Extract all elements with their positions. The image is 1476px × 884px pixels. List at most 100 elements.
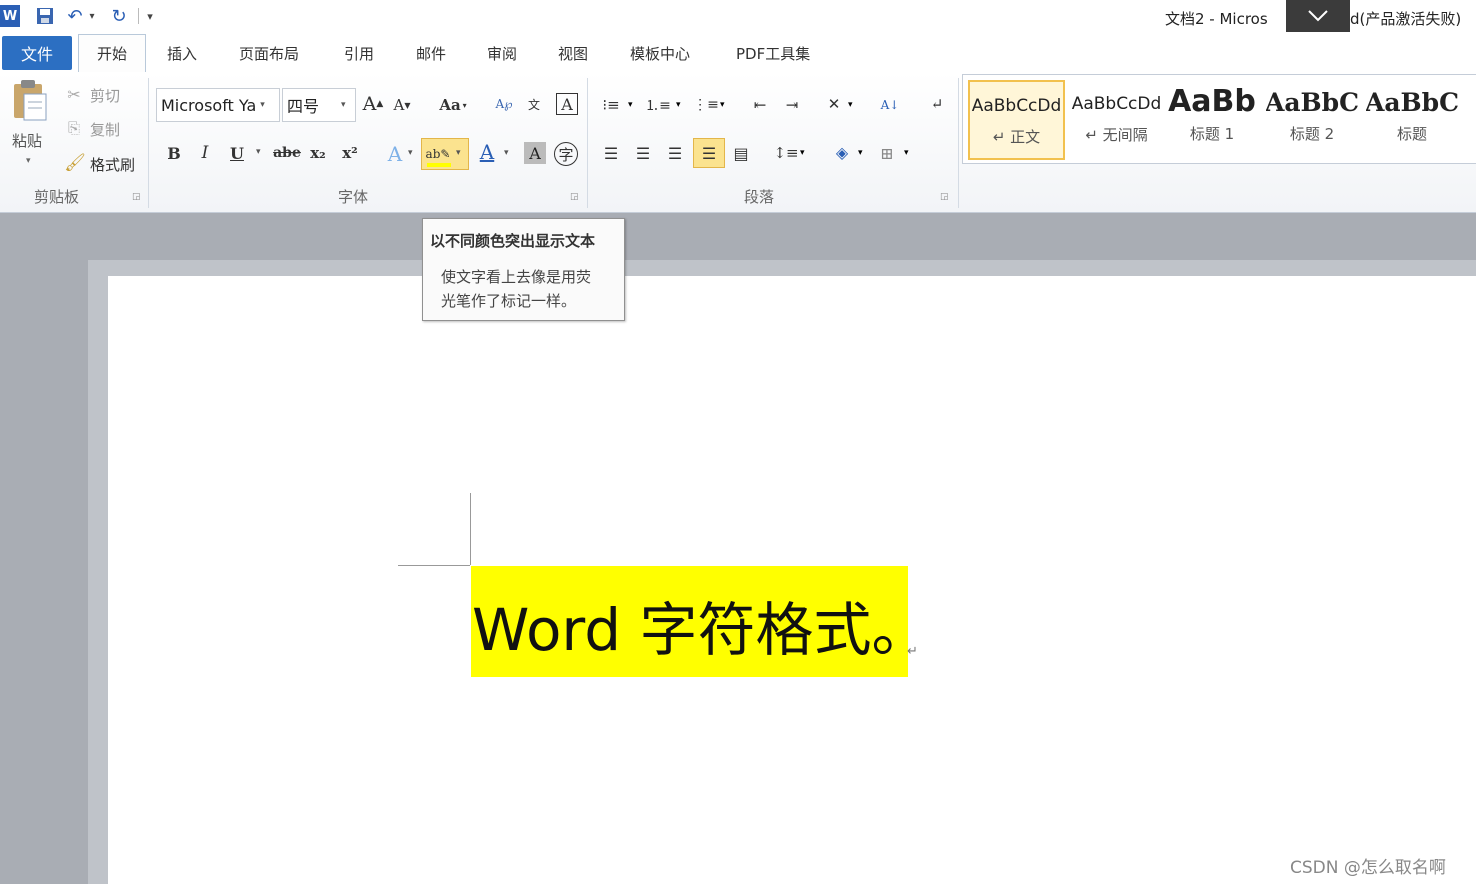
shading-icon[interactable]: ◈ (830, 140, 854, 164)
font-color-dropdown-icon[interactable]: ▾ (504, 148, 509, 158)
undo-dropdown-icon[interactable]: ▾ (86, 5, 98, 27)
sort-icon[interactable]: A↓ (878, 92, 902, 118)
tab-home[interactable]: 开始 (78, 34, 146, 72)
tab-file[interactable]: 文件 (2, 36, 72, 70)
clear-format-icon[interactable]: A℘ (492, 92, 516, 116)
window-title-suffix: d(产品激活失败) (1350, 10, 1462, 28)
text-effects-icon[interactable]: A (384, 142, 406, 166)
style-normal[interactable]: AaBbCcDd ↵ 正文 (968, 80, 1065, 160)
chevron-down-icon[interactable]: ▾ (341, 100, 346, 110)
margin-mark (470, 493, 471, 565)
tab-templates[interactable]: 模板中心 (630, 43, 690, 64)
shrink-font-icon[interactable]: A ▼ (392, 94, 412, 116)
document-text[interactable]: Word 字符格式。 (472, 590, 930, 670)
bullets-icon[interactable]: ⁝≡ (600, 94, 622, 116)
borders-dropdown-icon[interactable]: ▾ (904, 148, 909, 158)
clipboard-group-label: 剪贴板 (34, 188, 80, 206)
highlight-dropdown-icon[interactable]: ▾ (456, 148, 461, 158)
bold-button[interactable]: B (163, 142, 185, 164)
align-center-icon[interactable]: ☰ (632, 142, 654, 164)
style-preview: AaBbCcDd (971, 96, 1062, 116)
tab-page-layout[interactable]: 页面布局 (239, 43, 299, 64)
line-spacing-dropdown-icon[interactable]: ▾ (800, 148, 805, 158)
underline-button[interactable]: U (226, 142, 248, 164)
multilevel-list-icon[interactable]: ⋮≡ (693, 94, 719, 116)
font-launcher-icon[interactable]: ◲ (570, 192, 579, 202)
character-shading-icon[interactable]: A (524, 142, 546, 164)
justify-icon[interactable]: ☰ (693, 138, 725, 168)
chevron-down-icon[interactable]: ▾ (260, 100, 265, 110)
group-divider (148, 78, 149, 208)
underline-dropdown-icon[interactable]: ▾ (256, 147, 261, 157)
style-preview: AaBbC (1366, 88, 1458, 117)
customize-icon[interactable]: ▾ (142, 5, 158, 27)
bullets-dropdown-icon[interactable]: ▾ (628, 100, 633, 110)
tab-review[interactable]: 审阅 (487, 43, 517, 64)
text-effects-dropdown-icon[interactable]: ▾ (408, 148, 413, 158)
redo-icon[interactable]: ↻ (108, 5, 130, 27)
group-divider (587, 78, 588, 208)
align-left-icon[interactable]: ☰ (600, 142, 622, 164)
font-color-icon[interactable]: A (476, 140, 498, 164)
tab-pdf-tools[interactable]: PDF工具集 (736, 43, 810, 64)
paragraph-launcher-icon[interactable]: ◲ (940, 192, 949, 202)
copy-icon[interactable]: ⎘ (64, 118, 84, 138)
change-case-icon[interactable]: Aa ▾ (436, 94, 470, 116)
highlight-color-swatch (427, 163, 451, 167)
multilevel-dropdown-icon[interactable]: ▾ (720, 100, 725, 110)
shading-dropdown-icon[interactable]: ▾ (858, 148, 863, 158)
subscript-button[interactable]: x₂ (306, 142, 330, 164)
clipboard-launcher-icon[interactable]: ◲ (132, 192, 141, 202)
copy-button[interactable]: 复制 (90, 119, 120, 140)
phonetic-guide-icon[interactable]: 文 (522, 92, 546, 116)
font-name-value: Microsoft Ya (161, 95, 257, 115)
style-preview: AaBb (1168, 84, 1256, 119)
font-name-input[interactable]: Microsoft Ya ▾ (156, 88, 280, 122)
style-title[interactable]: AaBbC 标题 (1366, 80, 1458, 160)
align-right-icon[interactable]: ☰ (664, 142, 686, 164)
style-heading-2[interactable]: AaBbC 标题 2 (1266, 80, 1358, 160)
tooltip-line-2: 光笔作了标记一样。 (441, 292, 577, 310)
grow-font-icon[interactable]: A ▲ (362, 92, 384, 116)
show-marks-icon[interactable]: ↵ (926, 92, 948, 116)
tab-mailings[interactable]: 邮件 (416, 43, 446, 64)
italic-button[interactable]: I (194, 142, 216, 164)
text-highlight-button[interactable]: ab✎ ▾ (421, 138, 469, 170)
style-heading-1[interactable]: AaBb 标题 1 (1166, 80, 1258, 160)
cut-icon[interactable]: ✂ (64, 84, 84, 104)
font-size-input[interactable]: 四号 ▾ (282, 88, 356, 122)
tab-insert[interactable]: 插入 (167, 43, 197, 64)
tab-references[interactable]: 引用 (344, 43, 374, 64)
superscript-button[interactable]: x² (338, 142, 362, 164)
title-bar: W ↶ ▾ ↻ ▾ 文档2 - Micros d(产品激活失败) (0, 0, 1476, 34)
character-border-icon[interactable]: A (556, 93, 578, 115)
paste-dropdown-icon[interactable]: ▾ (26, 156, 31, 166)
chinese-layout-icon[interactable]: ✕ (822, 92, 846, 116)
undo-icon[interactable]: ↶ (64, 5, 86, 27)
format-painter-icon[interactable]: 🖌 (64, 152, 86, 174)
style-name: 标题 (1396, 125, 1427, 143)
style-no-spacing[interactable]: AaBbCcDd ↵ 无间隔 (1068, 80, 1165, 160)
style-name: ↵ 正文 (992, 128, 1041, 146)
format-painter-button[interactable]: 格式刷 (90, 154, 135, 175)
line-spacing-icon[interactable]: ↕≡ (773, 142, 798, 164)
word-logo-icon[interactable]: W (0, 5, 20, 27)
paste-icon[interactable] (10, 78, 50, 124)
chinese-layout-dropdown-icon[interactable]: ▾ (848, 100, 853, 110)
enclose-characters-icon[interactable]: 字 (554, 142, 578, 166)
numbering-dropdown-icon[interactable]: ▾ (676, 100, 681, 110)
cut-button[interactable]: 剪切 (90, 85, 120, 106)
save-icon[interactable] (34, 5, 56, 27)
numbering-icon[interactable]: ⒈≡ (645, 94, 671, 116)
font-size-value: 四号 (287, 97, 320, 116)
tab-view[interactable]: 视图 (558, 43, 588, 64)
increase-indent-icon[interactable]: ⇥ (780, 94, 804, 116)
chevron-down-icon[interactable] (1286, 0, 1350, 32)
style-preview: AaBbCcDd (1071, 94, 1162, 114)
distributed-icon[interactable]: ▤ (729, 142, 753, 164)
paste-button[interactable]: 粘贴 (12, 130, 42, 151)
strikethrough-button[interactable]: abe (272, 142, 302, 164)
borders-icon[interactable]: ⊞ (876, 142, 898, 164)
decrease-indent-icon[interactable]: ⇤ (748, 94, 772, 116)
style-name: ↵ 无间隔 (1085, 126, 1148, 144)
